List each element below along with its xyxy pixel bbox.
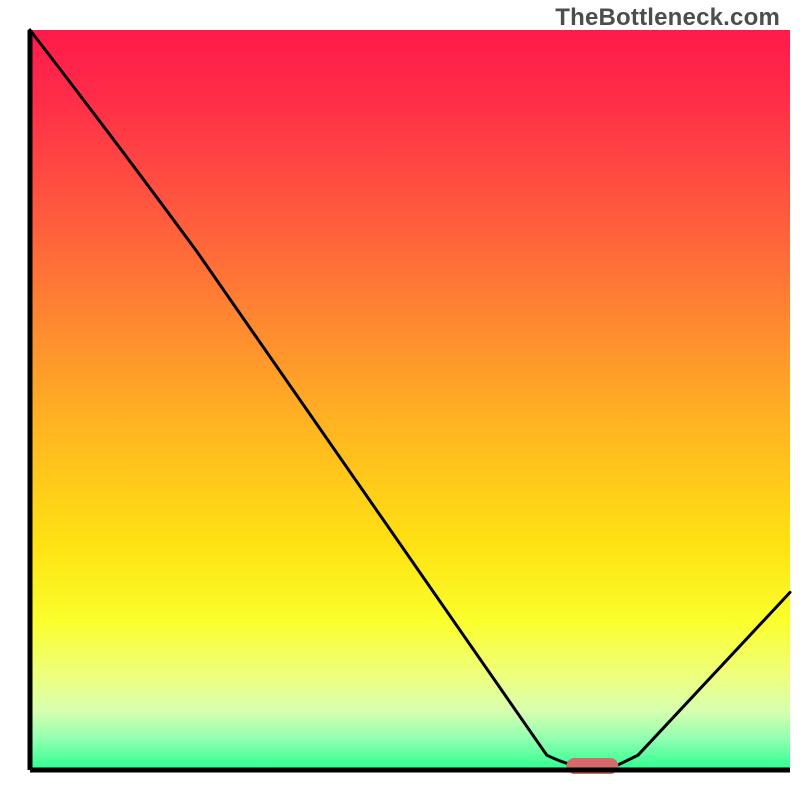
plot-background [30,30,790,770]
bottleneck-chart [0,0,800,800]
chart-container: TheBottleneck.com [0,0,800,800]
watermark-label: TheBottleneck.com [555,4,780,32]
